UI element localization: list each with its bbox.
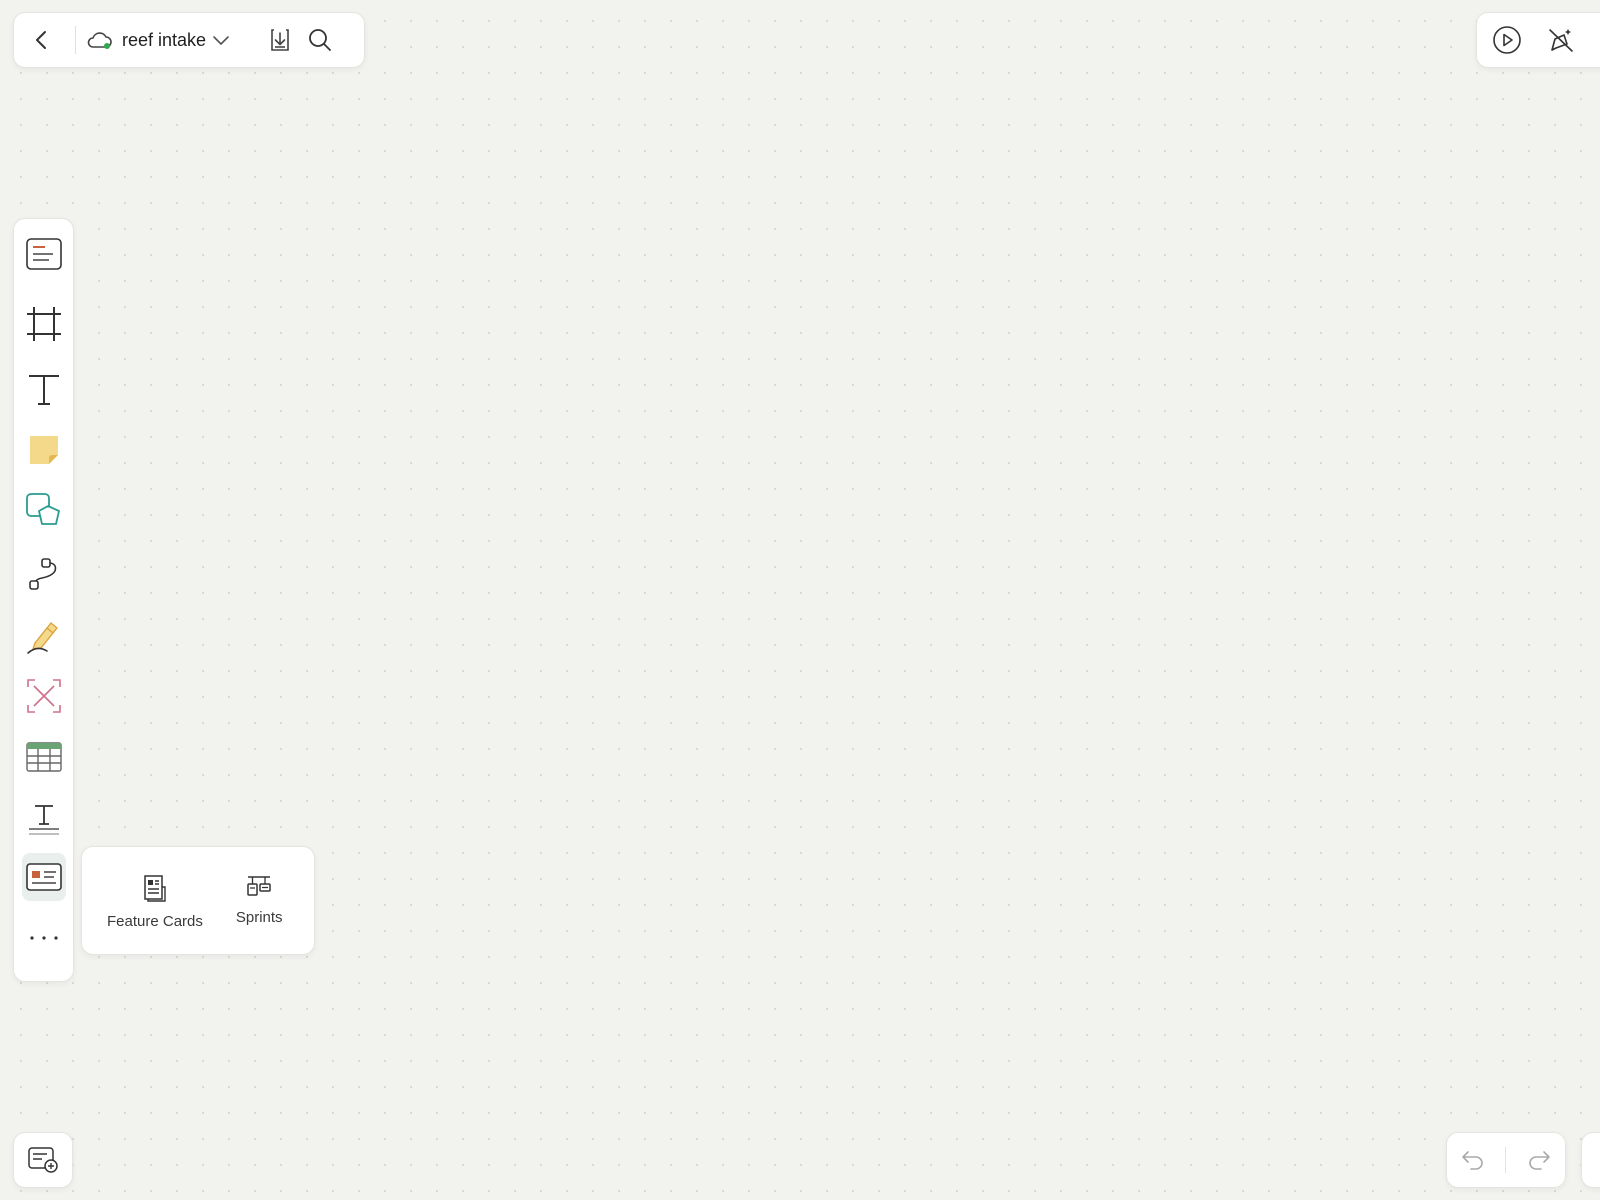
download-icon — [271, 29, 289, 51]
undo-redo-panel — [1446, 1132, 1566, 1188]
sticky-note-tool[interactable] — [22, 428, 66, 472]
search-button[interactable] — [300, 20, 340, 60]
top-toolbar: reef intake — [13, 12, 365, 68]
sticky-note-icon — [30, 436, 58, 464]
text-style-icon — [29, 805, 59, 835]
frame-tool[interactable] — [22, 302, 66, 346]
card-template-popup: Feature Cards Sprints — [81, 846, 315, 955]
pen-tool[interactable] — [22, 614, 66, 658]
top-right-toolbar — [1476, 12, 1600, 68]
card-template-icon — [26, 863, 62, 891]
text-tool[interactable] — [22, 368, 66, 412]
doc-title-dropdown[interactable]: reef intake — [86, 29, 230, 51]
left-toolbar — [13, 218, 74, 982]
card-template-tool[interactable] — [22, 853, 66, 901]
text-style-tool[interactable] — [22, 797, 66, 841]
feature-cards-icon — [144, 875, 166, 902]
undo-button[interactable] — [1453, 1140, 1493, 1180]
chevron-down-icon — [213, 36, 229, 45]
add-page-panel[interactable] — [13, 1132, 73, 1188]
text-icon — [29, 375, 59, 405]
eraser-tool[interactable] — [22, 674, 66, 718]
add-card-icon — [28, 1147, 58, 1173]
zoom-panel[interactable] — [1581, 1132, 1600, 1188]
frame-icon — [27, 307, 61, 341]
feature-cards-option[interactable]: Feature Cards — [107, 873, 203, 930]
toolbar-divider — [75, 26, 76, 54]
pen-icon — [27, 622, 58, 654]
ai-toggle-button[interactable] — [1541, 20, 1581, 60]
eraser-icon — [27, 679, 61, 713]
cloud-sync-icon — [87, 32, 112, 49]
shapes-tool[interactable] — [22, 488, 66, 532]
sprints-label: Sprints — [235, 909, 283, 926]
more-tools-button[interactable] — [22, 916, 66, 960]
table-icon — [26, 742, 62, 772]
redo-button[interactable] — [1519, 1140, 1559, 1180]
connector-icon — [29, 558, 57, 590]
undo-redo-divider — [1505, 1147, 1507, 1173]
note-tool[interactable] — [22, 232, 66, 276]
redo-icon — [1529, 1151, 1550, 1170]
sprints-option[interactable]: Sprints — [236, 873, 283, 926]
more-icon — [30, 936, 58, 940]
note-icon — [26, 238, 62, 270]
ai-pen-off-icon — [1549, 29, 1573, 52]
search-icon — [309, 29, 331, 51]
play-icon — [1493, 26, 1521, 54]
connector-tool[interactable] — [22, 552, 66, 596]
download-button[interactable] — [260, 20, 300, 60]
undo-icon — [1462, 1151, 1483, 1170]
shapes-icon — [26, 493, 60, 525]
chevron-left-icon — [36, 31, 46, 49]
doc-title: reef intake — [122, 29, 207, 50]
feature-cards-label: Feature Cards — [107, 913, 203, 930]
table-tool[interactable] — [22, 735, 66, 779]
back-button[interactable] — [22, 20, 62, 60]
present-button[interactable] — [1487, 20, 1527, 60]
sprints-icon — [247, 876, 271, 896]
